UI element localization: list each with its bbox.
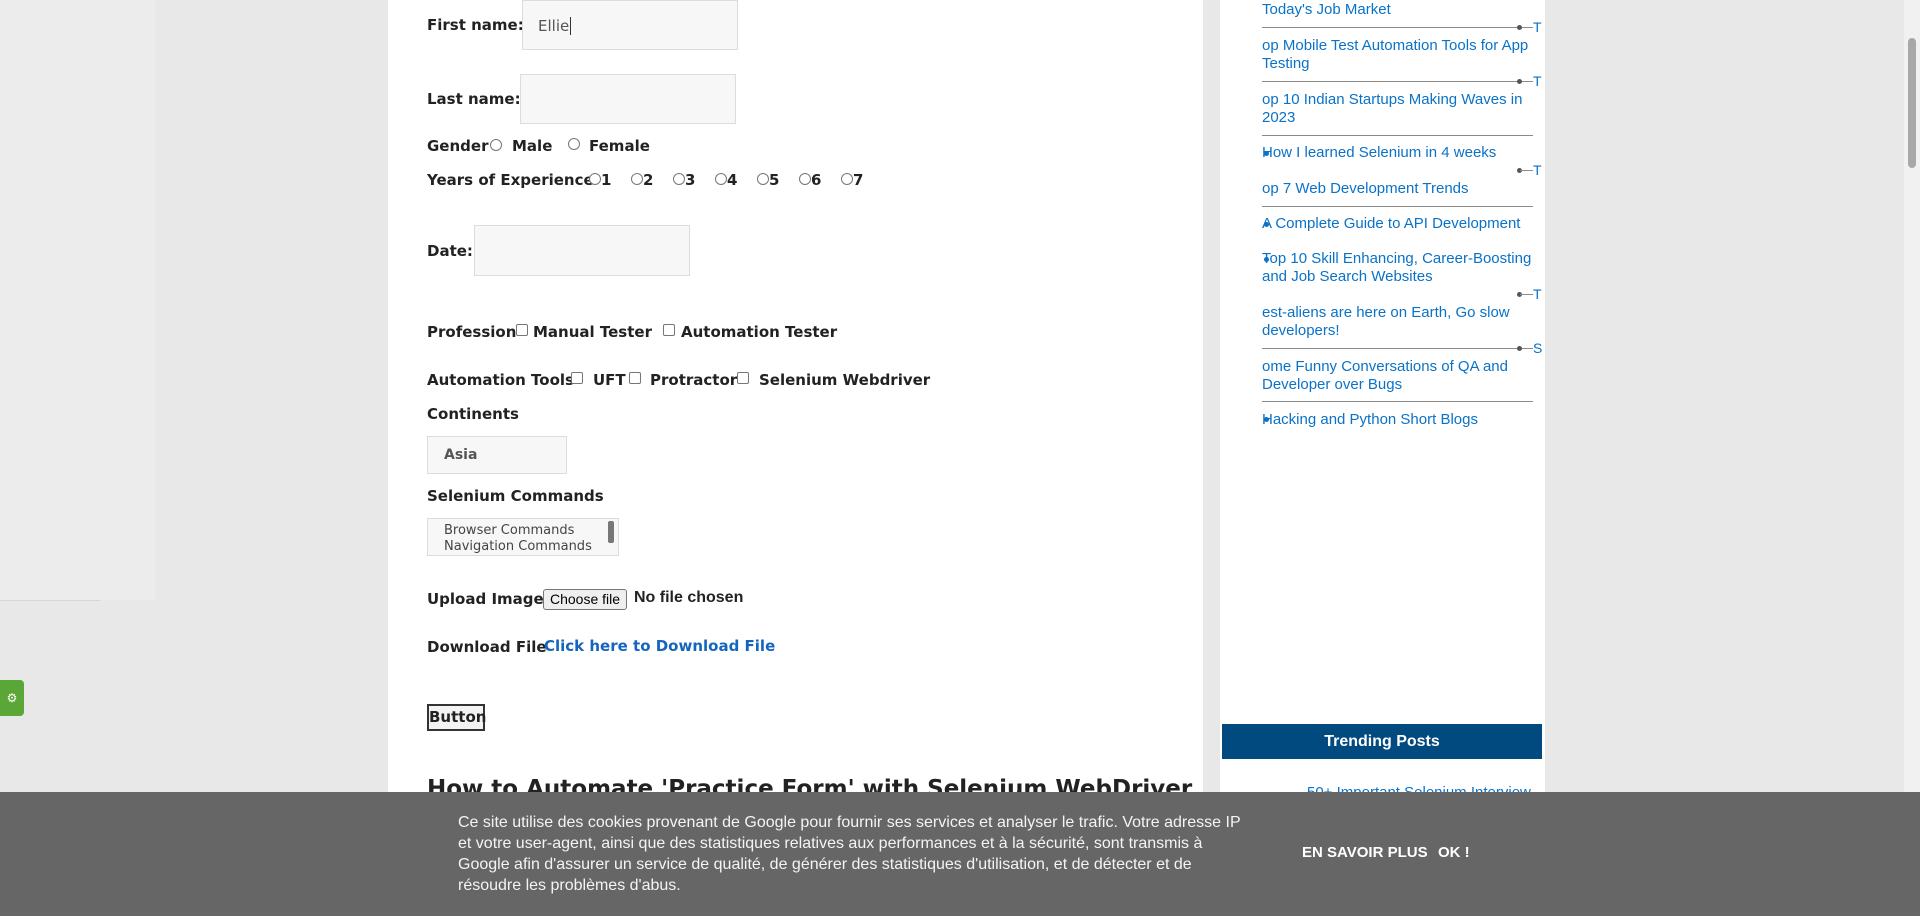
exp-radio-2[interactable]	[631, 173, 643, 185]
sidebar-separator	[1262, 27, 1533, 28]
sidebar-link[interactable]: op Mobile Test Automation Tools for App …	[1262, 37, 1537, 73]
manual-tester-checkbox[interactable]	[516, 324, 528, 336]
exp-label-2: 2	[643, 171, 654, 189]
exp-radio-3[interactable]	[673, 173, 685, 185]
sidebar-link[interactable]: Today's Job Market	[1262, 1, 1391, 19]
exp-radio-7[interactable]	[841, 173, 853, 185]
choose-file-button[interactable]: Choose file	[543, 589, 627, 610]
sidebar-link[interactable]: Top 10 Skill Enhancing, Career-Boosting …	[1262, 250, 1532, 286]
uft-label: UFT	[593, 371, 626, 389]
sidebar-separator	[1262, 401, 1533, 402]
sidebar-link[interactable]: How I learned Selenium in 4 weeks	[1262, 144, 1496, 162]
continents-select[interactable]: Asia	[427, 436, 567, 474]
selenium-webdriver-checkbox[interactable]	[737, 372, 749, 384]
upload-image-label: Upload Image	[427, 590, 544, 608]
last-name-input[interactable]	[520, 74, 736, 124]
sidebar-separator	[1520, 170, 1533, 171]
gear-icon: ⚙	[6, 691, 18, 705]
sidebar-edge-letter[interactable]: S	[1533, 340, 1542, 356]
page-scrollbar-thumb[interactable]	[1908, 38, 1916, 168]
cookie-text: Ce site utilise des cookies provenant de…	[458, 814, 1241, 894]
listbox-scrollbar[interactable]	[608, 521, 614, 543]
gender-female-label: Female	[589, 137, 650, 155]
gender-male-label: Male	[512, 137, 553, 155]
protractor-label: Protractor	[650, 371, 738, 389]
first-name-value: Ellie	[538, 17, 570, 35]
continents-label: Continents	[427, 405, 519, 423]
exp-label-4: 4	[727, 171, 738, 189]
uft-checkbox[interactable]	[571, 372, 583, 384]
exp-label-7: 7	[853, 171, 864, 189]
download-file-link[interactable]: Click here to Download File	[544, 637, 775, 655]
selenium-commands-listbox[interactable]: Browser Commands Navigation Commands	[427, 518, 619, 556]
sidebar-edge-letter[interactable]: T	[1533, 73, 1542, 89]
automation-tester-checkbox[interactable]	[663, 324, 675, 336]
exp-radio-4[interactable]	[715, 173, 727, 185]
sidebar-separator	[1262, 135, 1533, 136]
manual-tester-label: Manual Tester	[533, 323, 652, 341]
protractor-checkbox[interactable]	[629, 372, 641, 384]
exp-label-1: 1	[601, 171, 612, 189]
file-status: No file chosen	[634, 589, 744, 606]
command-option[interactable]: Navigation Commands	[444, 539, 618, 555]
gender-label: Gender	[427, 137, 489, 155]
left-gutter	[0, 0, 155, 600]
exp-radio-1[interactable]	[589, 173, 601, 185]
download-file-label: Download File	[427, 638, 547, 656]
exp-radio-5[interactable]	[757, 173, 769, 185]
selenium-webdriver-label: Selenium Webdriver	[759, 371, 931, 389]
sidebar-link[interactable]: op 10 Indian Startups Making Waves in 20…	[1262, 91, 1527, 127]
selenium-commands-label: Selenium Commands	[427, 487, 604, 505]
last-name-label: Last name:	[427, 90, 521, 108]
sidebar	[1220, 0, 1545, 916]
left-divider	[0, 600, 100, 601]
settings-button[interactable]: ⚙	[0, 680, 24, 716]
gender-female-radio[interactable]	[568, 138, 580, 150]
sidebar-separator	[1262, 348, 1533, 349]
sidebar-separator	[1262, 206, 1533, 207]
experience-label: Years of Experience	[427, 171, 594, 189]
sidebar-separator	[1520, 294, 1533, 295]
first-name-input[interactable]: Ellie	[522, 0, 738, 50]
sidebar-link[interactable]: Hacking and Python Short Blogs	[1262, 411, 1478, 429]
sidebar-separator	[1262, 81, 1533, 82]
automation-tester-label: Automation Tester	[681, 323, 838, 341]
sidebar-link[interactable]: A Complete Guide to API Development	[1262, 215, 1520, 233]
sidebar-link[interactable]: op 7 Web Development Trends	[1262, 180, 1469, 198]
cookie-ok-button[interactable]: OK !	[1438, 844, 1470, 861]
exp-radio-6[interactable]	[799, 173, 811, 185]
sidebar-edge-letter[interactable]: T	[1533, 19, 1542, 35]
sidebar-edge-letter[interactable]: T	[1533, 286, 1542, 302]
automation-tools-label: Automation Tools	[427, 371, 574, 389]
exp-label-3: 3	[685, 171, 696, 189]
sidebar-edge-letter[interactable]: T	[1533, 162, 1542, 178]
learn-more-button[interactable]: EN SAVOIR PLUS	[1302, 844, 1428, 861]
gender-male-radio[interactable]	[490, 139, 502, 151]
sidebar-link[interactable]: est-aliens are here on Earth, Go slow de…	[1262, 304, 1532, 340]
sidebar-bullet	[1517, 346, 1522, 351]
trending-posts-header: Trending Posts	[1222, 724, 1542, 759]
exp-label-6: 6	[811, 171, 822, 189]
sidebar-bullet	[1517, 79, 1522, 84]
date-input[interactable]	[474, 225, 690, 276]
sidebar-bullet	[1517, 25, 1522, 30]
profession-label: Profession	[427, 323, 517, 341]
exp-label-5: 5	[769, 171, 780, 189]
first-name-label: First name:	[427, 16, 524, 34]
date-label: Date:	[427, 242, 473, 260]
sidebar-link[interactable]: ome Funny Conversations of QA and Develo…	[1262, 358, 1532, 394]
command-option[interactable]: Browser Commands	[444, 523, 618, 539]
plain-button[interactable]: Button	[427, 704, 486, 731]
